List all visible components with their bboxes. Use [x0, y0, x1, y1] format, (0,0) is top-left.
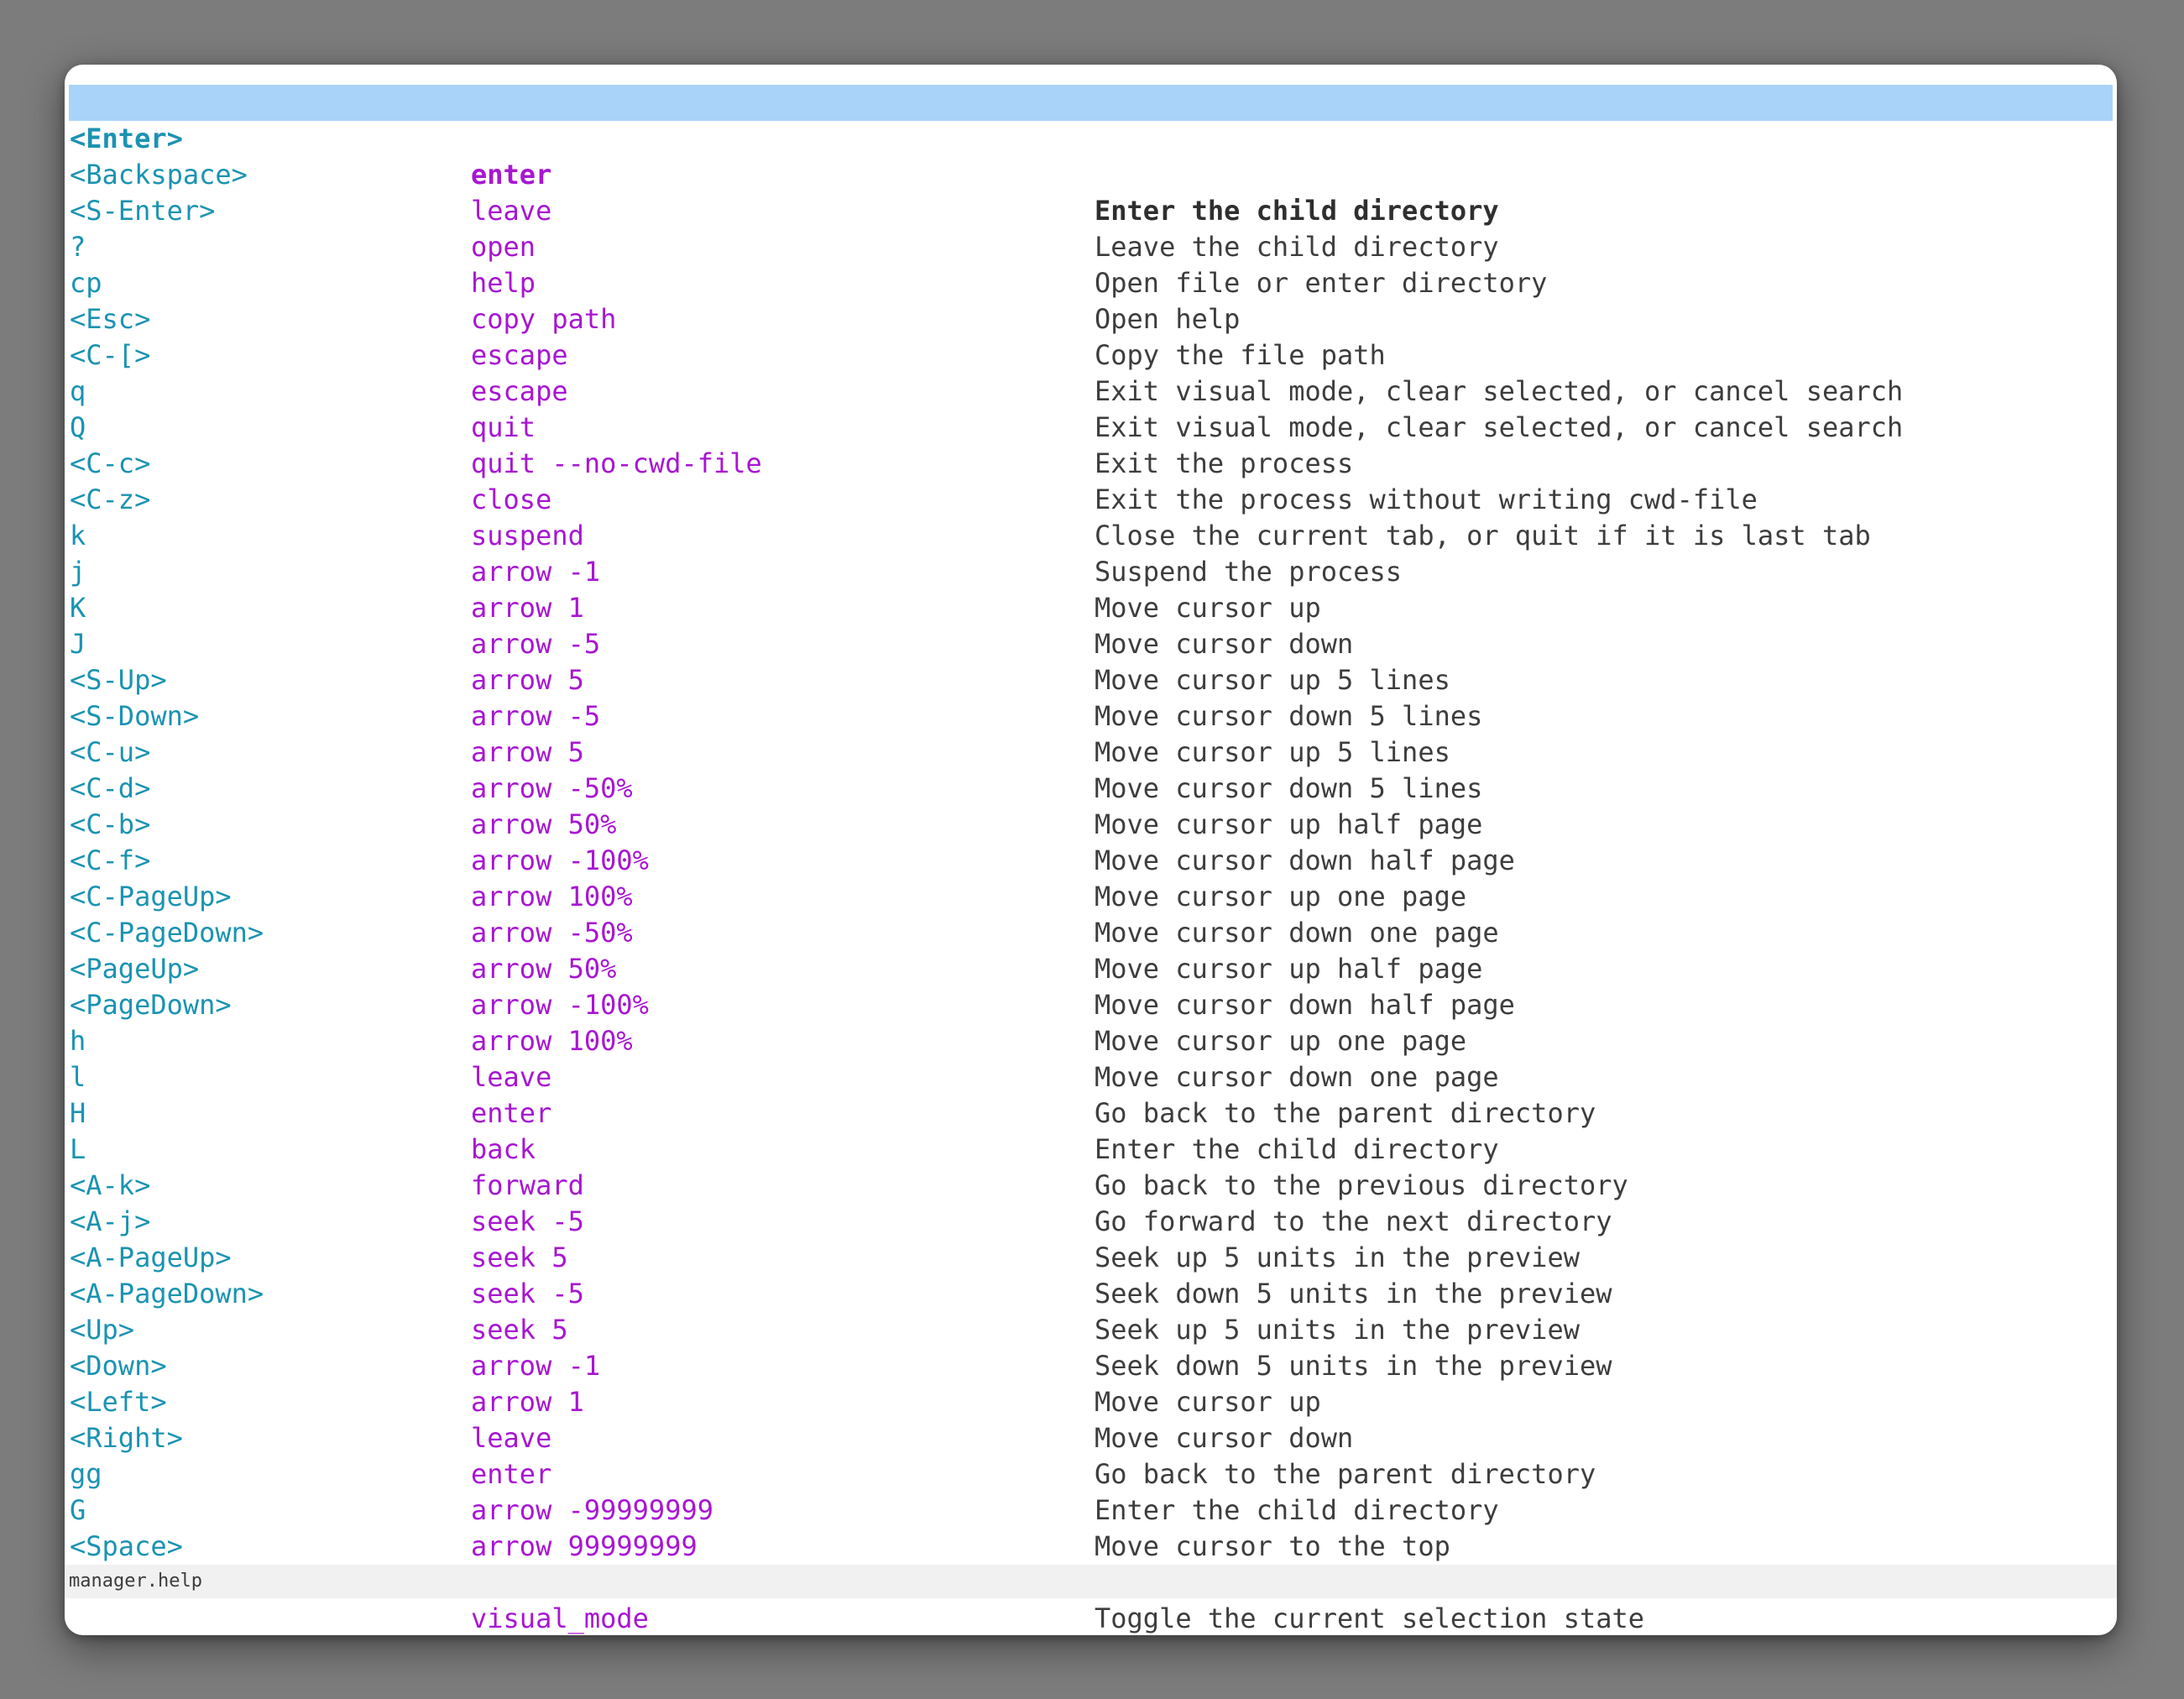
terminal-window: <Enter> enter Enter the child directory …: [65, 65, 2117, 1635]
help-row[interactable]: q quit Exit the process: [69, 337, 2113, 374]
command-cell: visual_mode: [471, 1601, 649, 1635]
help-row[interactable]: <Right> enter Enter the child directory: [69, 1384, 2113, 1420]
help-row[interactable]: <S-Enter> open Open file or enter direct…: [69, 157, 2113, 193]
status-bar: manager.help: [65, 1565, 2117, 1598]
help-row[interactable]: <C-z> suspend Suspend the process: [69, 446, 2113, 482]
help-row[interactable]: cp copy path Copy the file path: [69, 229, 2113, 265]
help-row[interactable]: Q quit --no-cwd-file Exit the process wi…: [69, 374, 2113, 410]
help-row[interactable]: H back Go back to the previous directory: [69, 1059, 2113, 1095]
help-row[interactable]: v visual_mode Enter visual mode (selecti…: [69, 1529, 2113, 1565]
keybinding-list: <Enter> enter Enter the child directory …: [69, 85, 2113, 1565]
help-row[interactable]: <A-PageDown> seek 5 Seek down 5 units in…: [69, 1240, 2113, 1276]
help-row[interactable]: h leave Go back to the parent directory: [69, 987, 2113, 1023]
description-cell: Toggle the current selection state: [1095, 1601, 1644, 1635]
help-row[interactable]: <PageDown> arrow 100% Move cursor down o…: [69, 951, 2113, 987]
help-row[interactable]: <A-PageUp> seek -5 Seek up 5 units in th…: [69, 1204, 2113, 1240]
help-row[interactable]: <Esc> escape Exit visual mode, clear sel…: [69, 265, 2113, 301]
help-row[interactable]: <PageUp> arrow -100% Move cursor up one …: [69, 915, 2113, 951]
help-row[interactable]: j arrow 1 Move cursor down: [69, 518, 2113, 554]
help-row[interactable]: <C-PageUp> arrow -50% Move cursor up hal…: [69, 843, 2113, 879]
help-row[interactable]: <C-d> arrow 50% Move cursor down half pa…: [69, 734, 2113, 771]
help-row[interactable]: L forward Go forward to the next directo…: [69, 1095, 2113, 1132]
help-row[interactable]: <Up> arrow -1 Move cursor up: [69, 1276, 2113, 1312]
help-row[interactable]: <C-PageDown> arrow 50% Move cursor down …: [69, 879, 2113, 915]
help-row[interactable]: <Left> leave Go back to the parent direc…: [69, 1348, 2113, 1384]
help-row[interactable]: <A-k> seek -5 Seek up 5 units in the pre…: [69, 1132, 2113, 1168]
help-row[interactable]: <C-[> escape Exit visual mode, clear sel…: [69, 301, 2113, 337]
help-row[interactable]: <C-f> arrow 100% Move cursor down one pa…: [69, 807, 2113, 843]
help-row[interactable]: <Backspace> leave Leave the child direct…: [69, 121, 2113, 157]
help-row[interactable]: <C-b> arrow -100% Move cursor up one pag…: [69, 771, 2113, 807]
help-row[interactable]: k arrow -1 Move cursor up: [69, 482, 2113, 518]
help-row[interactable]: <S-Up> arrow -5 Move cursor up 5 lines: [69, 626, 2113, 662]
help-row[interactable]: <C-u> arrow -50% Move cursor up half pag…: [69, 698, 2113, 734]
help-row[interactable]: gg arrow -99999999 Move cursor to the to…: [69, 1420, 2113, 1456]
help-row[interactable]: G arrow 99999999 Move cursor to the bott…: [69, 1456, 2113, 1493]
help-row[interactable]: K arrow -5 Move cursor up 5 lines: [69, 554, 2113, 590]
help-row[interactable]: <S-Down> arrow 5 Move cursor down 5 line…: [69, 662, 2113, 698]
help-row[interactable]: <C-c> close Close the current tab, or qu…: [69, 410, 2113, 446]
help-row[interactable]: <Enter> enter Enter the child directory: [69, 85, 2113, 121]
status-layer-label: manager.help: [69, 1571, 202, 1592]
help-row[interactable]: <Space> select --state=none; arrow 1 Tog…: [69, 1493, 2113, 1529]
help-row[interactable]: <Down> arrow 1 Move cursor down: [69, 1312, 2113, 1348]
help-row[interactable]: l enter Enter the child directory: [69, 1023, 2113, 1059]
help-row[interactable]: <A-j> seek 5 Seek down 5 units in the pr…: [69, 1168, 2113, 1204]
help-row[interactable]: ? help Open help: [69, 193, 2113, 229]
help-row[interactable]: J arrow 5 Move cursor down 5 lines: [69, 590, 2113, 626]
